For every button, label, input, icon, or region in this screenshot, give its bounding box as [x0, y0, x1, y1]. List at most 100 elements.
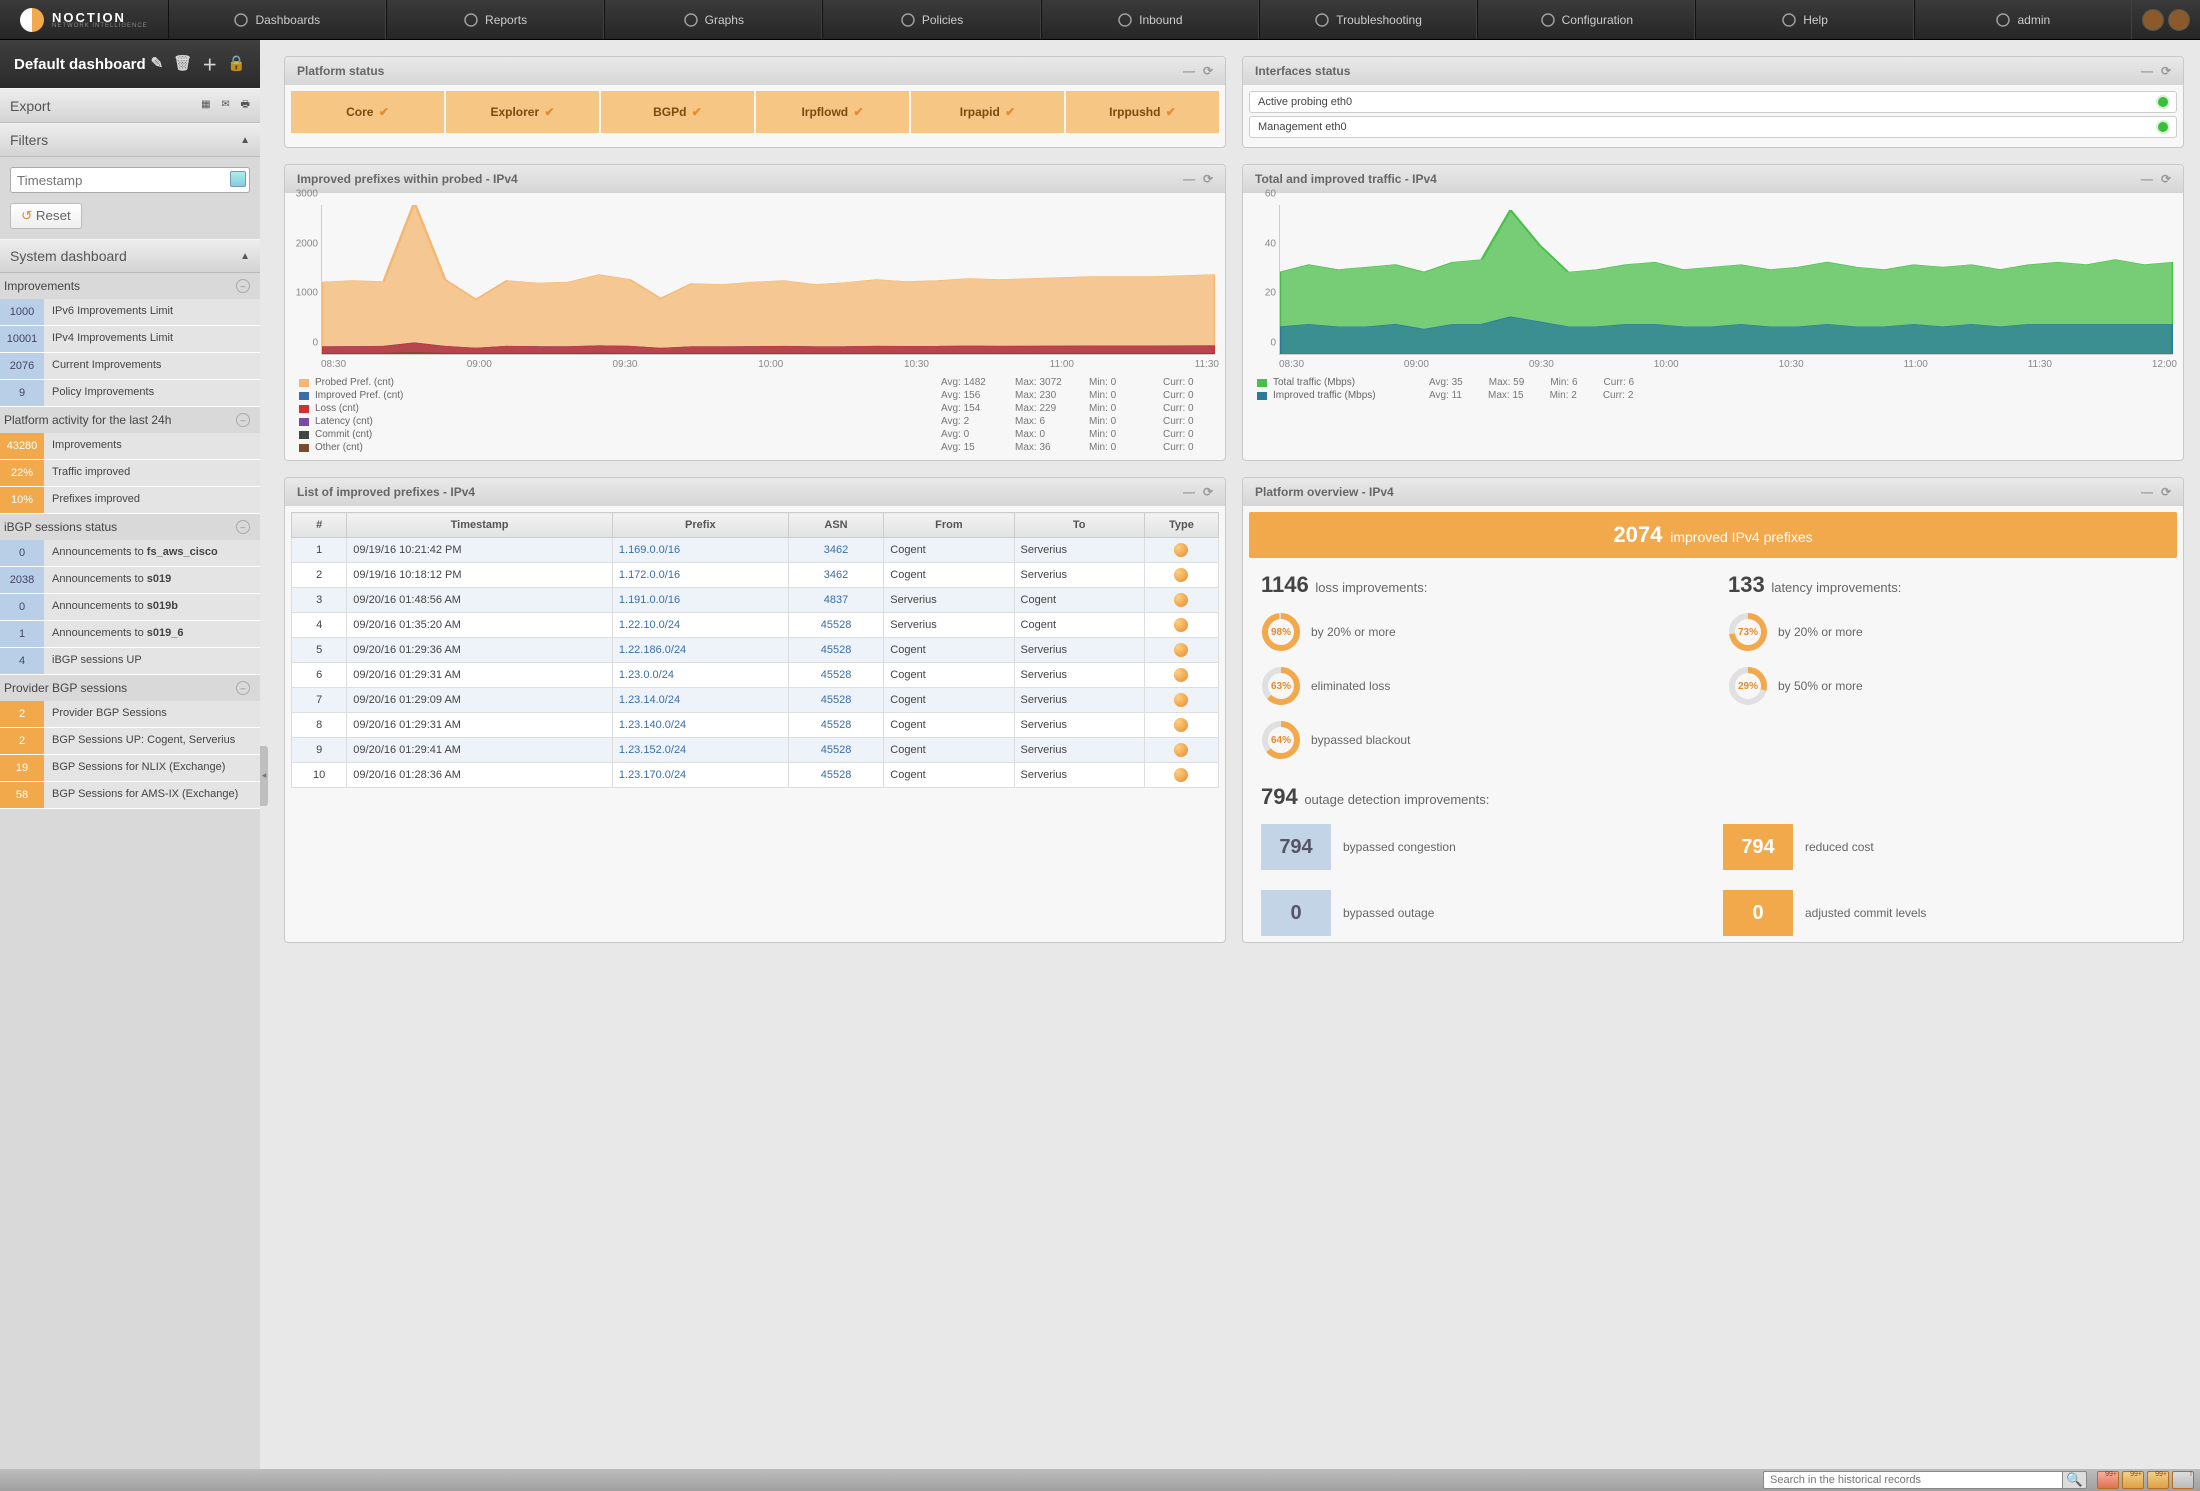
sidebar-stat-row[interactable]: 9Policy Improvements	[0, 380, 260, 407]
type-icon	[1174, 693, 1188, 707]
sidebar-stat-row[interactable]: 22%Traffic improved	[0, 460, 260, 487]
platform-status-cell: Irppushd ✔	[1066, 91, 1219, 133]
table-header-row: #TimestampPrefixASNFromToType	[292, 513, 1219, 538]
sidebar-group: Provider BGP sessions–	[0, 675, 260, 701]
check-icon: ✔	[1005, 105, 1015, 119]
footer-alert-badge[interactable]: 99+	[2097, 1471, 2119, 1489]
nav-reports[interactable]: Reports	[386, 0, 604, 39]
table-row[interactable]: 1009/20/16 01:28:36 AM1.23.170.0/2445528…	[292, 763, 1219, 788]
nav-configuration[interactable]: Configuration	[1477, 0, 1695, 39]
sidebar: Default dashboard ✎ 🗑 ＋ 🔒 Export ▦ ✉ 🖶 F…	[0, 40, 260, 1469]
nav-help[interactable]: Help	[1695, 0, 1913, 39]
table-row[interactable]: 809/20/16 01:29:31 AM1.23.140.0/2445528C…	[292, 713, 1219, 738]
platform-status-cell: Irpflowd ✔	[756, 91, 909, 133]
sidebar-stat-row[interactable]: 0Announcements to s019b	[0, 594, 260, 621]
stat-label: iBGP sessions UP	[44, 648, 260, 674]
table-row[interactable]: 109/19/16 10:21:42 PM1.169.0.0/163462Cog…	[292, 538, 1219, 563]
minimize-icon[interactable]: —	[2141, 64, 2153, 78]
collapse-icon[interactable]: –	[236, 413, 250, 427]
minimize-icon[interactable]: —	[1183, 485, 1195, 499]
refresh-icon[interactable]: ⟳	[2161, 172, 2171, 186]
stat-label: Current Improvements	[44, 353, 260, 379]
stat-label: IPv4 Improvements Limit	[44, 326, 260, 352]
donut-gauge: 29%	[1728, 666, 1768, 706]
status-badge-icon[interactable]	[2142, 9, 2164, 31]
sidebar-stat-row[interactable]: 0Announcements to fs_aws_cisco	[0, 540, 260, 567]
sidebar-stat-row[interactable]: 2Provider BGP Sessions	[0, 701, 260, 728]
nav-dashboards[interactable]: Dashboards	[168, 0, 386, 39]
sidebar-stat-row[interactable]: 58BGP Sessions for AMS-IX (Exchange)	[0, 782, 260, 809]
overview-panel: Platform overview - IPv4 —⟳ 2074 improve…	[1242, 477, 2184, 943]
footer-alert-badge[interactable]: !	[2172, 1471, 2194, 1489]
table-row[interactable]: 209/19/16 10:18:12 PM1.172.0.0/163462Cog…	[292, 563, 1219, 588]
sidebar-stat-row[interactable]: 1Announcements to s019_6	[0, 621, 260, 648]
table-row[interactable]: 309/20/16 01:48:56 AM1.191.0.0/164837Ser…	[292, 588, 1219, 613]
footer-alert-badge[interactable]: 99+	[2122, 1471, 2144, 1489]
calendar-icon[interactable]	[230, 171, 246, 187]
type-icon	[1174, 668, 1188, 682]
sidebar-stat-row[interactable]: 10001IPv4 Improvements Limit	[0, 326, 260, 353]
platform-status-panel: Platform status —⟳ Core ✔Explorer ✔BGPd …	[284, 56, 1226, 148]
refresh-icon[interactable]: ⟳	[2161, 485, 2171, 499]
refresh-icon[interactable]: ⟳	[1203, 485, 1213, 499]
table-row[interactable]: 609/20/16 01:29:31 AM1.23.0.0/2445528Cog…	[292, 663, 1219, 688]
sidebar-stat-row[interactable]: 19BGP Sessions for NLIX (Exchange)	[0, 755, 260, 782]
stat-label: Traffic improved	[44, 460, 260, 486]
export-section[interactable]: Export ▦ ✉ 🖶	[0, 88, 260, 123]
main-content: Platform status —⟳ Core ✔Explorer ✔BGPd …	[268, 40, 2200, 1469]
status-badge-icon[interactable]	[2168, 9, 2190, 31]
sidebar-stat-row[interactable]: 2076Current Improvements	[0, 353, 260, 380]
nav-troubleshooting[interactable]: Troubleshooting	[1259, 0, 1477, 39]
minimize-icon[interactable]: —	[1183, 172, 1195, 186]
status-dot-icon	[2158, 97, 2168, 107]
sidebar-stat-row[interactable]: 4iBGP sessions UP	[0, 648, 260, 675]
overview-stat-box: 0bypassed outage	[1261, 890, 1703, 936]
sidebar-stat-row[interactable]: 10%Prefixes improved	[0, 487, 260, 514]
table-row[interactable]: 509/20/16 01:29:36 AM1.22.186.0/2445528C…	[292, 638, 1219, 663]
stat-label: IPv6 Improvements Limit	[44, 299, 260, 325]
lock-icon[interactable]: 🔒	[227, 54, 246, 75]
edit-icon[interactable]: ✎	[151, 54, 164, 75]
check-icon: ✔	[379, 105, 389, 119]
refresh-icon[interactable]: ⟳	[1203, 64, 1213, 78]
prefix-table-panel: List of improved prefixes - IPv4 —⟳ #Tim…	[284, 477, 1226, 943]
mail-icon[interactable]: ✉	[221, 99, 229, 110]
filters-section[interactable]: Filters ▲	[0, 123, 260, 157]
table-icon[interactable]: ▦	[201, 99, 210, 110]
collapse-icon[interactable]: –	[236, 520, 250, 534]
minimize-icon[interactable]: —	[2141, 172, 2153, 186]
user-icon	[1995, 12, 2011, 28]
minimize-icon[interactable]: —	[2141, 485, 2153, 499]
system-dashboard-section[interactable]: System dashboard ▲	[0, 239, 260, 273]
minimize-icon[interactable]: —	[1183, 64, 1195, 78]
history-search-input[interactable]	[1763, 1471, 2063, 1489]
collapse-icon[interactable]: –	[236, 279, 250, 293]
table-row[interactable]: 709/20/16 01:29:09 AM1.23.14.0/2445528Co…	[292, 688, 1219, 713]
nav-policies[interactable]: Policies	[822, 0, 1040, 39]
stat-label: Provider BGP Sessions	[44, 701, 260, 727]
sidebar-stat-row[interactable]: 2BGP Sessions UP: Cogent, Serverius	[0, 728, 260, 755]
nav-inbound[interactable]: Inbound	[1041, 0, 1259, 39]
search-button[interactable]: 🔍	[2063, 1471, 2087, 1489]
table-row[interactable]: 409/20/16 01:35:20 AM1.22.10.0/2445528Se…	[292, 613, 1219, 638]
stat-label: Announcements to s019b	[44, 594, 260, 620]
refresh-icon[interactable]: ⟳	[1203, 172, 1213, 186]
collapse-icon[interactable]: –	[236, 681, 250, 695]
nav-admin[interactable]: admin	[1914, 0, 2132, 39]
print-icon[interactable]: 🖶	[241, 99, 250, 110]
refresh-icon[interactable]: ⟳	[2161, 64, 2171, 78]
sidebar-stat-row[interactable]: 1000IPv6 Improvements Limit	[0, 299, 260, 326]
stat-label: Prefixes improved	[44, 487, 260, 513]
table-row[interactable]: 909/20/16 01:29:41 AM1.23.152.0/2445528C…	[292, 738, 1219, 763]
delete-icon[interactable]: 🗑	[173, 54, 192, 75]
footer-alert-badge[interactable]: 99+	[2147, 1471, 2169, 1489]
stat-value: 19	[0, 755, 44, 781]
reset-button[interactable]: Reset	[10, 203, 82, 229]
sidebar-collapse-handle[interactable]: ◂	[260, 746, 268, 806]
add-icon[interactable]: ＋	[202, 54, 217, 75]
stat-value: 43280	[0, 433, 44, 459]
timestamp-input[interactable]	[10, 167, 250, 193]
sidebar-stat-row[interactable]: 2038Announcements to s019	[0, 567, 260, 594]
nav-graphs[interactable]: Graphs	[604, 0, 822, 39]
sidebar-stat-row[interactable]: 43280Improvements	[0, 433, 260, 460]
